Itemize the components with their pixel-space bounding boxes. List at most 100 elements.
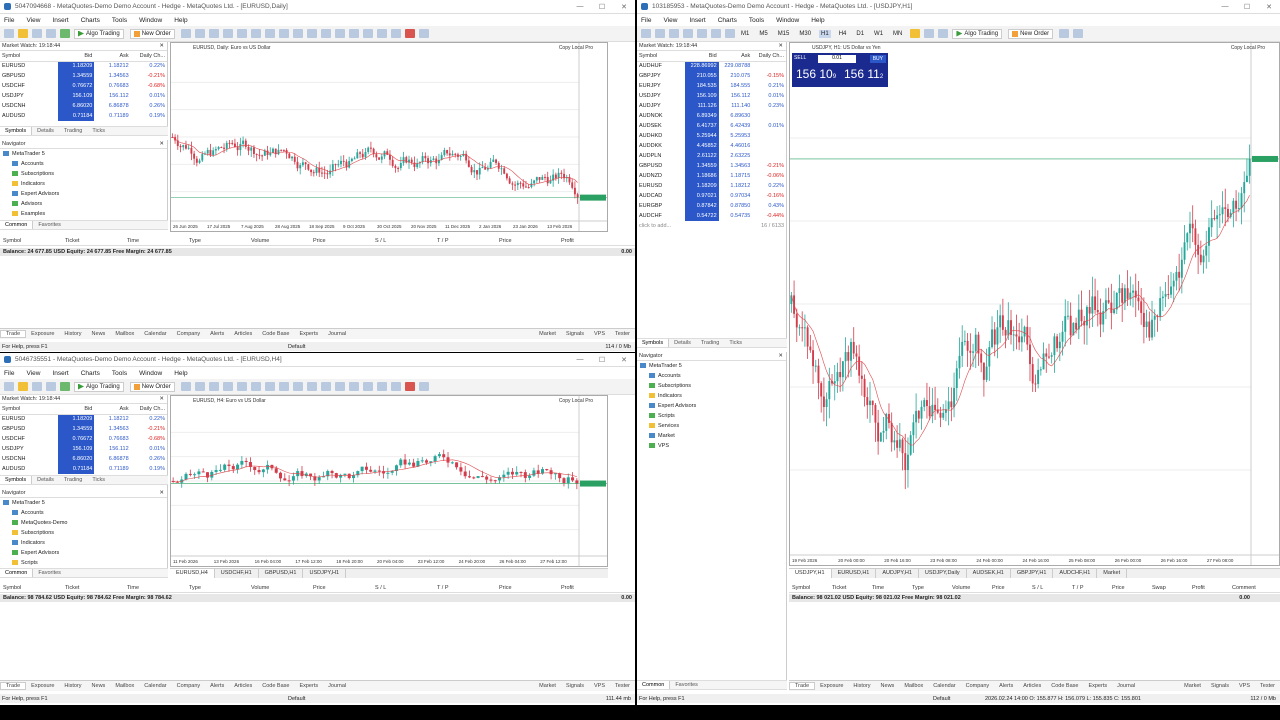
chart-tab[interactable]: USDJPY,H1 bbox=[789, 569, 832, 578]
shift-icon[interactable] bbox=[264, 382, 275, 391]
market-watch-row[interactable]: AUDHKD 5.25944 5.25953 bbox=[637, 131, 786, 141]
market-watch-row[interactable]: AUDUSD 0.71184 0.71189 0.19% bbox=[0, 464, 167, 474]
column-header[interactable]: Price bbox=[499, 238, 512, 244]
toolbox-right-item[interactable]: Tester bbox=[1255, 683, 1280, 689]
tab-favorites[interactable]: Favorites bbox=[33, 569, 66, 577]
toolbox-tab[interactable]: News bbox=[87, 683, 111, 689]
zoom-out-icon[interactable] bbox=[222, 29, 233, 38]
column-header[interactable]: Profit bbox=[1192, 585, 1205, 591]
navigator-item[interactable]: Examples bbox=[0, 209, 167, 219]
timeframe-button[interactable]: M30 bbox=[797, 30, 813, 38]
toolbox-tab[interactable]: Experts bbox=[294, 683, 323, 689]
toolbox-tab[interactable]: Journal bbox=[323, 683, 351, 689]
trendline-icon[interactable] bbox=[320, 382, 331, 391]
navigator-item[interactable]: Indicators bbox=[637, 391, 786, 401]
toolbox-tab[interactable]: Articles bbox=[229, 683, 257, 689]
navigator-item[interactable]: Accounts bbox=[0, 508, 167, 518]
column-header[interactable]: Price bbox=[499, 585, 512, 591]
tile-icon[interactable] bbox=[236, 29, 247, 38]
toolbox-right-item[interactable]: VPS bbox=[589, 331, 610, 337]
settings-icon[interactable] bbox=[1073, 29, 1084, 38]
toolbox-tab[interactable]: News bbox=[876, 683, 900, 689]
maximize-icon[interactable]: ☐ bbox=[1236, 3, 1258, 11]
market-watch-icon[interactable] bbox=[32, 29, 42, 38]
shift-icon[interactable] bbox=[264, 29, 275, 38]
toolbox-tab[interactable]: Company bbox=[961, 683, 995, 689]
column-header[interactable]: Symbol bbox=[3, 585, 21, 591]
toolbox-tab[interactable]: Experts bbox=[294, 331, 323, 337]
crosshair-icon[interactable] bbox=[655, 29, 665, 38]
navigator-item[interactable]: Scripts bbox=[0, 558, 167, 568]
market-watch-row[interactable]: USDCHF 0.76672 0.76683 -0.68% bbox=[0, 434, 167, 444]
tab-ticks[interactable]: Ticks bbox=[87, 127, 110, 135]
fibo-icon[interactable] bbox=[348, 29, 359, 38]
sell-price[interactable]: 156 109 bbox=[796, 67, 836, 81]
tab-details[interactable]: Details bbox=[32, 127, 59, 135]
toolbox-right-item[interactable]: Signals bbox=[561, 331, 589, 337]
chart-tab[interactable]: EURUSD,H4 bbox=[170, 569, 215, 578]
data-window-icon[interactable] bbox=[60, 29, 70, 38]
column-header[interactable]: Symbol bbox=[792, 585, 810, 591]
navigator-item[interactable]: Expert Advisors bbox=[637, 401, 786, 411]
market-watch-row[interactable]: GBPUSD 1.34559 1.34563 -0.21% bbox=[637, 161, 786, 171]
crosshair-icon[interactable] bbox=[292, 382, 303, 391]
bar-chart-icon[interactable] bbox=[180, 29, 191, 38]
shapes-icon[interactable] bbox=[376, 29, 387, 38]
menu-insert[interactable]: Insert bbox=[689, 17, 705, 24]
price-chart[interactable]: 19 Feb 2026 20 Feb 00:00 20 Feb 16:00 23 Fe… bbox=[789, 42, 1280, 566]
column-header[interactable]: Profit bbox=[561, 585, 574, 591]
toolbox-tab[interactable]: Trade bbox=[0, 682, 27, 690]
line-icon[interactable] bbox=[306, 382, 317, 391]
toolbox-right-item[interactable]: Market bbox=[1179, 683, 1206, 689]
help-icon[interactable] bbox=[404, 29, 415, 38]
timeframe-button[interactable]: H1 bbox=[819, 29, 831, 38]
tab-trading[interactable]: Trading bbox=[59, 127, 87, 135]
column-header[interactable]: T / P bbox=[437, 585, 449, 591]
toolbox-tab[interactable]: Exposure bbox=[26, 331, 59, 337]
column-header[interactable]: Type bbox=[912, 585, 924, 591]
toolbox-right-item[interactable]: VPS bbox=[589, 683, 610, 689]
profiles-icon[interactable] bbox=[910, 29, 921, 38]
channel-icon[interactable] bbox=[334, 29, 345, 38]
menu-file[interactable]: File bbox=[4, 17, 14, 24]
tab-trading[interactable]: Trading bbox=[696, 339, 724, 347]
indicators-icon[interactable] bbox=[938, 29, 949, 38]
cursor-icon[interactable] bbox=[641, 29, 651, 38]
toolbox-tab[interactable]: History bbox=[848, 683, 875, 689]
navigator-item[interactable]: Indicators bbox=[0, 179, 167, 189]
data-window-icon[interactable] bbox=[60, 382, 70, 391]
navigator-item[interactable]: Subscriptions bbox=[0, 169, 167, 179]
column-header[interactable]: Price bbox=[992, 585, 1005, 591]
shapes-icon[interactable] bbox=[376, 382, 387, 391]
title-bar[interactable]: 103185953 - MetaQuotes-Demo Demo Account… bbox=[637, 0, 1280, 14]
toolbox-tab[interactable]: Code Base bbox=[1046, 683, 1083, 689]
column-header[interactable]: Time bbox=[872, 585, 884, 591]
menu-window[interactable]: Window bbox=[139, 17, 162, 24]
column-header[interactable]: Volume bbox=[251, 585, 269, 591]
zoom-out-icon[interactable] bbox=[222, 382, 233, 391]
navigator-item[interactable]: Services bbox=[637, 421, 786, 431]
market-watch-row[interactable]: GBPJPY 210.055 210.075 -0.15% bbox=[637, 71, 786, 81]
crosshair-icon[interactable] bbox=[292, 29, 303, 38]
chart-tab[interactable]: USDJPY,H1 bbox=[303, 569, 347, 578]
column-header[interactable]: Volume bbox=[251, 238, 269, 244]
column-header[interactable]: T / P bbox=[437, 238, 449, 244]
navigator-item[interactable]: Subscriptions bbox=[0, 528, 167, 538]
search-icon[interactable] bbox=[1059, 29, 1070, 38]
toolbox-tab[interactable]: Trade bbox=[0, 330, 27, 338]
toolbox-right-item[interactable]: Market bbox=[534, 683, 561, 689]
title-bar[interactable]: 5046735551 - MetaQuotes-Demo Demo Accoun… bbox=[0, 353, 635, 367]
toolbox-tab[interactable]: Code Base bbox=[257, 331, 294, 337]
tab-favorites[interactable]: Favorites bbox=[33, 221, 66, 229]
minimize-icon[interactable]: — bbox=[569, 356, 591, 364]
column-header[interactable]: Symbol bbox=[3, 238, 21, 244]
navigator-item[interactable]: MetaTrader 5 bbox=[637, 361, 786, 371]
menu-insert[interactable]: Insert bbox=[52, 370, 68, 377]
toolbox-tab[interactable]: Calendar bbox=[928, 683, 960, 689]
menu-window[interactable]: Window bbox=[139, 370, 162, 377]
toolbox-tab[interactable]: News bbox=[87, 331, 111, 337]
column-header[interactable]: Ticket bbox=[65, 238, 79, 244]
column-header[interactable]: S / L bbox=[375, 585, 386, 591]
close-icon[interactable]: ✕ bbox=[159, 141, 164, 147]
chart-tab[interactable]: EURUSD,H1 bbox=[832, 569, 877, 578]
